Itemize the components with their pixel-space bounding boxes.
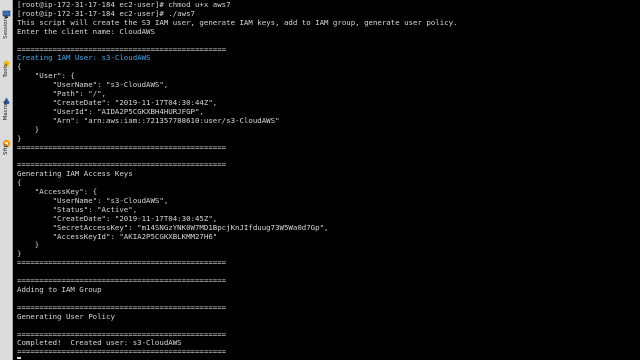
terminal-line: { [17,178,22,188]
sidebar-item-label: Tools [3,64,9,78]
sidebar-item-tools[interactable]: Tools [0,53,13,78]
macros-icon [2,90,11,105]
terminal-line: ========================================… [17,276,227,286]
terminal-line: "AccessKeyId": "AKIA2P5CGKXBLKMM27H6" [17,231,218,241]
terminal-line: "Arn": "arn:aws:iam::721357788610:user/s… [17,115,280,125]
sessions-icon [2,4,11,18]
sidebar-item-label: Sessions [3,15,9,39]
terminal-prompt-line [17,357,637,359]
terminal-line: "UserName": "s3-CloudAWS", [17,80,169,90]
terminal-output[interactable]: [root@ip-172-31-17-184 ec2-user]# chmod … [17,1,637,359]
side-panel: Sessions Tools Macros Sftp [0,0,13,360]
sidebar-item-label: Sftp [3,144,9,155]
terminal-line: ========================================… [17,142,227,152]
sidebar-item-sftp[interactable]: Sftp [0,133,13,155]
terminal-line: } [17,240,40,250]
terminal-line: Creating IAM User: s3-CloudAWS [17,53,151,63]
terminal-line: Generating IAM Access Keys [17,169,133,179]
terminal-line: ========================================… [17,258,227,268]
terminal-line: Generating User Policy [17,311,115,321]
terminal-line: ========================================… [17,347,227,357]
sftp-icon [2,133,11,148]
sidebar-item-sessions[interactable]: Sessions [0,4,13,39]
sidebar-item-macros[interactable]: Macros [0,90,13,121]
star-icon [2,53,11,68]
cursor [17,357,21,359]
terminal-line: Enter the client name: CloudAWS [17,26,155,36]
sidebar-item-label: Macros [3,101,9,121]
terminal-line: { [17,62,22,72]
terminal-line: Adding to IAM Group [17,285,102,294]
terminal-line: } [17,124,40,134]
